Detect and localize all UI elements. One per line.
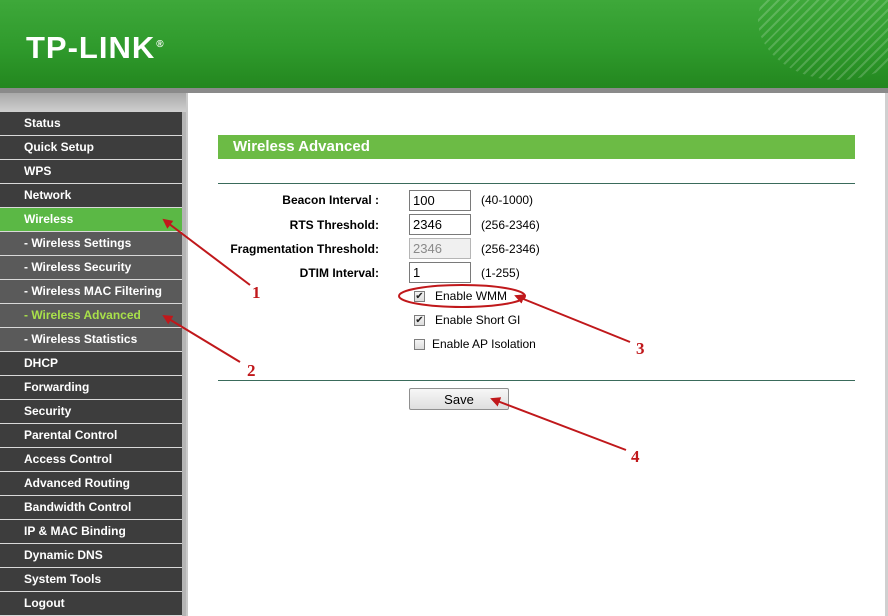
annotation-number-4: 4	[631, 447, 640, 466]
annotation-arrow-1	[162, 218, 251, 286]
annotation-arrow-4	[490, 397, 627, 451]
annotation-arrow-2	[162, 314, 241, 363]
annotation-number-2: 2	[247, 361, 256, 380]
annotation-arrow-3	[514, 294, 631, 343]
wmm-highlight-ellipse	[398, 284, 526, 308]
annotation-number-3: 3	[636, 339, 645, 358]
annotation-layer	[162, 218, 631, 451]
annotation-number-1: 1	[252, 283, 261, 302]
